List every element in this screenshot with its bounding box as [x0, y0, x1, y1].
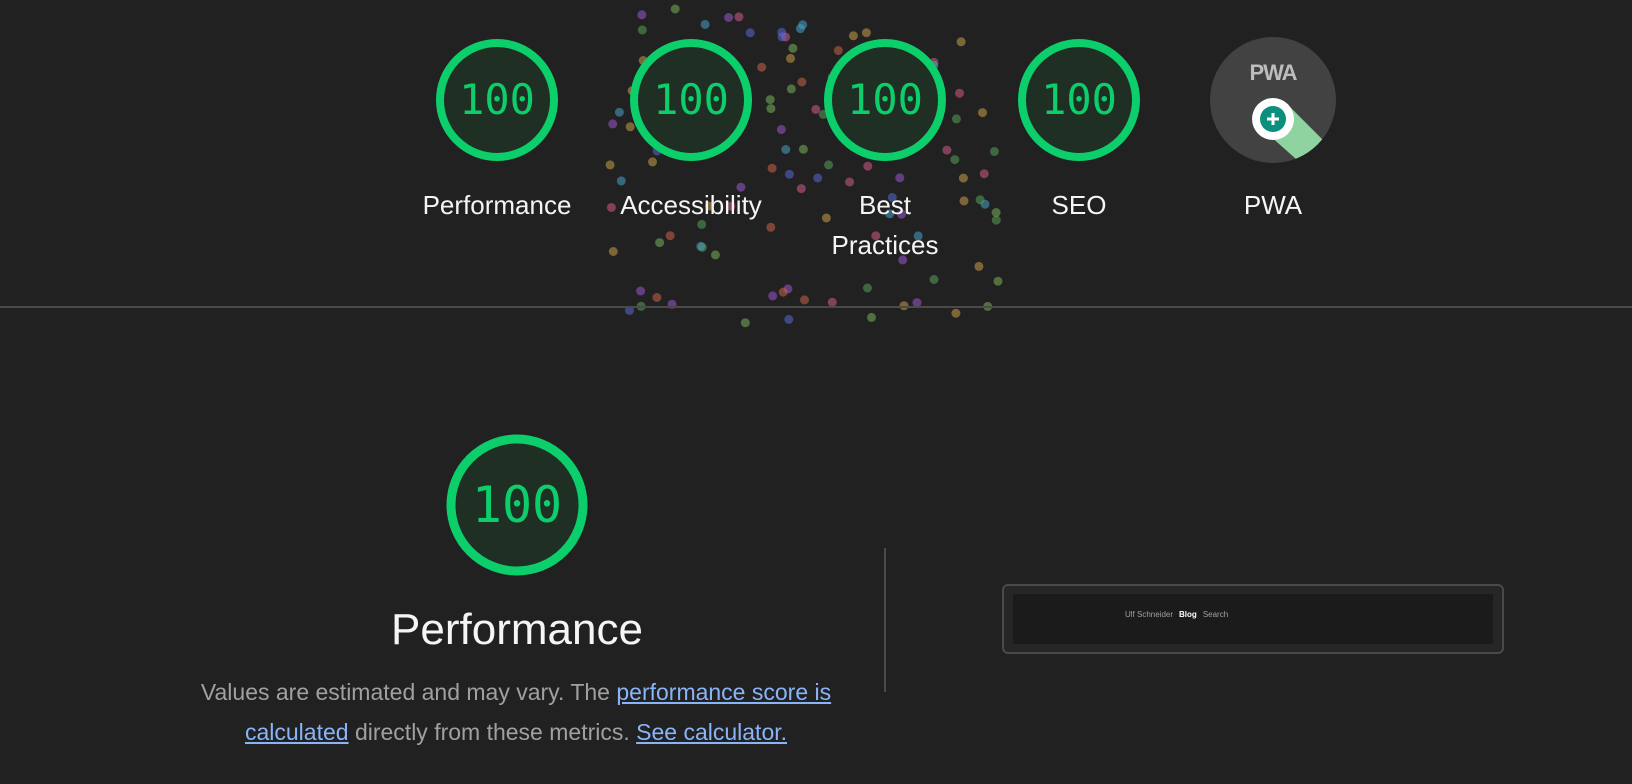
gauge-label-accessibility: Accessibility: [620, 190, 762, 220]
vertical-divider: [884, 548, 886, 692]
performance-section-title: Performance: [391, 605, 643, 654]
page-screenshot-preview[interactable]: Ulf Schneider Blog Search: [1002, 584, 1504, 654]
performance-score-large: 100: [471, 476, 563, 534]
pwa-badge-text: PWA: [1249, 60, 1297, 85]
gauge-label-seo: SEO: [1051, 190, 1107, 220]
screenshot-nav-name: Ulf Schneider: [1125, 610, 1174, 619]
gauge-pwa[interactable]: PWA PWA: [1173, 37, 1373, 277]
screenshot-content: Ulf Schneider Blog Search: [1013, 594, 1493, 644]
gauge-performance[interactable]: 100 Performance: [397, 37, 597, 277]
gauge-label-pwa: PWA: [1243, 190, 1303, 220]
description-text-1: Values are estimated and may vary. The: [200, 679, 617, 705]
see-calculator-link[interactable]: See calculator.: [636, 719, 787, 745]
gauge-score-performance: 100: [459, 75, 535, 124]
screenshot-nav-blog: Blog: [1179, 610, 1197, 619]
gauge-score-seo: 100: [1041, 75, 1117, 124]
section-divider: [0, 306, 1632, 308]
gauge-seo[interactable]: 100 SEO: [979, 37, 1179, 277]
description-text-2: directly from these metrics.: [348, 719, 637, 745]
gauge-score-accessibility: 100: [653, 75, 729, 124]
gauge-label-performance: Performance: [422, 190, 572, 220]
gauge-accessibility[interactable]: 100 Accessibility: [591, 37, 791, 277]
gauge-score-best-practices: 100: [847, 75, 923, 124]
screenshot-nav: Ulf Schneider Blog Search: [1125, 610, 1234, 619]
pwa-badge-icon: [1210, 37, 1336, 163]
lighthouse-report: 100 Performance 100 Accessibility 100 Be…: [0, 0, 1632, 784]
performance-description: Values are estimated and may vary. The p…: [186, 672, 846, 752]
screenshot-nav-search: Search: [1202, 610, 1229, 619]
gauge-label-best-practices: Best Practices: [831, 190, 939, 260]
performance-gauge-large: 100: [444, 432, 590, 578]
gauge-best-practices[interactable]: 100 Best Practices: [785, 37, 985, 277]
